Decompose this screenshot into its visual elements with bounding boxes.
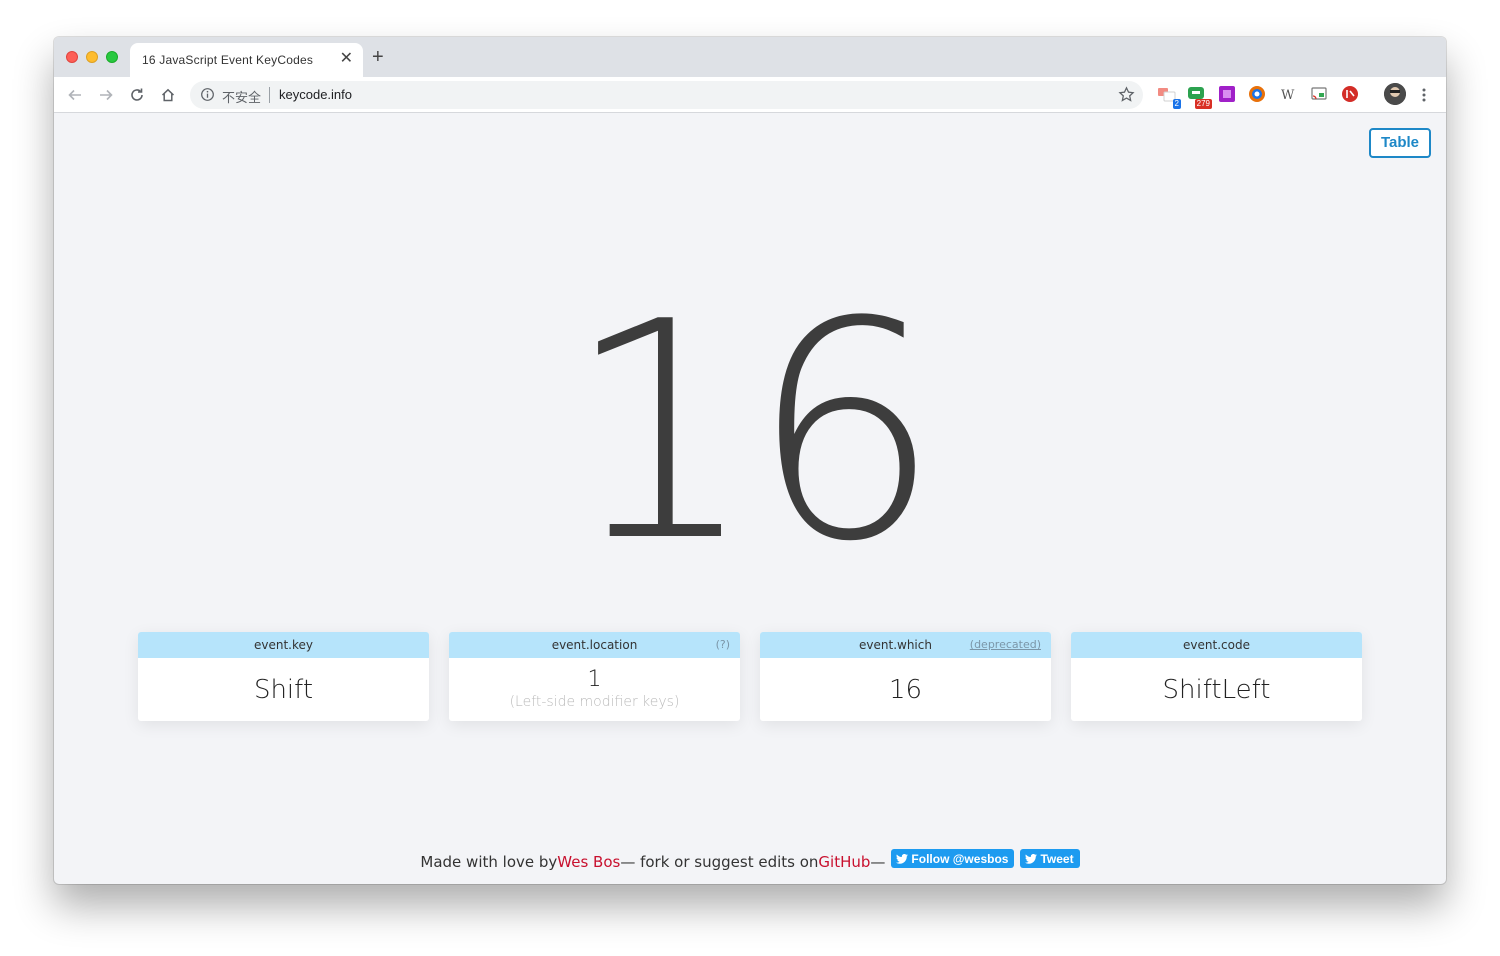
key-code-display: 16 — [565, 258, 941, 607]
footer-prefix: Made with love by — [420, 852, 558, 871]
address-bar[interactable]: 不安全 keycode.info — [190, 81, 1143, 109]
card-label: event.code — [1183, 638, 1250, 652]
avatar[interactable] — [1384, 83, 1406, 105]
card-value: 16 — [888, 674, 923, 705]
follow-button[interactable]: Follow @wesbos — [891, 849, 1015, 868]
deprecated-link[interactable]: (deprecated) — [970, 632, 1041, 658]
translate-badge: 2 — [1172, 99, 1181, 109]
card-subtext: (Left-side modifier keys) — [509, 693, 680, 710]
twitter-bird-icon — [1025, 853, 1038, 864]
card-label: event.key — [254, 638, 313, 652]
url-text[interactable]: keycode.info — [279, 87, 352, 102]
card-header: event.location (?) — [449, 632, 740, 658]
follow-button-label: Follow @wesbos — [911, 851, 1009, 866]
card-body: ShiftLeft — [1071, 658, 1362, 721]
tweet-button[interactable]: Tweet — [1020, 849, 1080, 868]
arrow-right-icon — [100, 89, 113, 101]
footer-middle: — fork or suggest edits on — [620, 852, 819, 871]
tab-title: 16 JavaScript Event KeyCodes — [142, 53, 314, 67]
card-value: 1 — [587, 666, 602, 692]
home-icon — [161, 88, 175, 102]
arrow-left-icon — [68, 89, 81, 101]
translate-extension-icon[interactable]: 2 — [1157, 85, 1181, 109]
card-body: Shift — [138, 658, 429, 721]
card-header: event.key — [138, 632, 429, 658]
home-button[interactable] — [157, 84, 179, 106]
card-header: event.code — [1071, 632, 1362, 658]
footer-suffix: — — [870, 852, 886, 871]
info-icon[interactable] — [200, 87, 215, 107]
browser-toolbar: 不安全 keycode.info 2 279 W — [54, 77, 1446, 113]
chat-extension-icon[interactable]: 279 — [1186, 85, 1212, 109]
onenote-extension-icon[interactable] — [1218, 85, 1238, 105]
card-header: event.which (deprecated) — [760, 632, 1051, 658]
reload-button[interactable] — [126, 84, 148, 106]
new-tab-button[interactable]: + — [372, 47, 384, 67]
tab-close-icon[interactable]: ✕ — [340, 50, 353, 68]
tweet-button-label: Tweet — [1040, 851, 1074, 866]
insecure-label: 不安全 — [222, 90, 262, 105]
chat-badge: 279 — [1194, 99, 1212, 109]
card-body: 1 (Left-side modifier keys) — [449, 658, 740, 721]
table-button[interactable]: Table — [1369, 128, 1431, 158]
browser-window: 16 JavaScript Event KeyCodes ✕ + 不安全 key… — [54, 37, 1446, 884]
lastpass-extension-icon[interactable] — [1341, 85, 1361, 105]
cast-extension-icon[interactable] — [1310, 85, 1330, 105]
location-help-link[interactable]: (?) — [716, 632, 730, 658]
svg-text:W: W — [1281, 88, 1295, 103]
card-event-key: event.key Shift — [138, 632, 429, 721]
color-picker-extension-icon[interactable] — [1248, 85, 1268, 105]
omnibox-divider — [269, 87, 270, 103]
maximize-window-button[interactable] — [106, 51, 118, 63]
bookmark-star-icon[interactable] — [1118, 86, 1135, 108]
footer: Made with love by Wes Bos — fork or sugg… — [54, 849, 1446, 871]
card-event-code: event.code ShiftLeft — [1071, 632, 1362, 721]
reload-icon — [131, 88, 143, 101]
close-window-button[interactable] — [66, 51, 78, 63]
github-link[interactable]: GitHub — [818, 853, 870, 871]
card-body: 16 — [760, 658, 1051, 721]
page-content: Table 16 event.key Shift event.location … — [54, 113, 1446, 884]
card-label: event.location — [551, 638, 638, 652]
card-event-which: event.which (deprecated) 16 — [760, 632, 1051, 721]
card-label: event.which — [859, 638, 932, 652]
forward-button[interactable] — [95, 84, 117, 106]
wikipedia-extension-icon[interactable]: W — [1279, 85, 1299, 105]
card-event-location: event.location (?) 1 (Left-side modifier… — [449, 632, 740, 721]
menu-kebab-icon[interactable] — [1418, 85, 1430, 105]
minimize-window-button[interactable] — [86, 51, 98, 63]
event-cards: event.key Shift event.location (?) 1 (Le… — [138, 632, 1362, 721]
card-value: ShiftLeft — [1162, 674, 1271, 705]
tab-active[interactable]: 16 JavaScript Event KeyCodes ✕ — [130, 43, 363, 77]
twitter-bird-icon — [896, 853, 909, 864]
back-button[interactable] — [64, 84, 86, 106]
tab-strip: 16 JavaScript Event KeyCodes ✕ + — [54, 37, 1446, 77]
card-value: Shift — [253, 674, 314, 705]
author-link[interactable]: Wes Bos — [557, 853, 620, 871]
